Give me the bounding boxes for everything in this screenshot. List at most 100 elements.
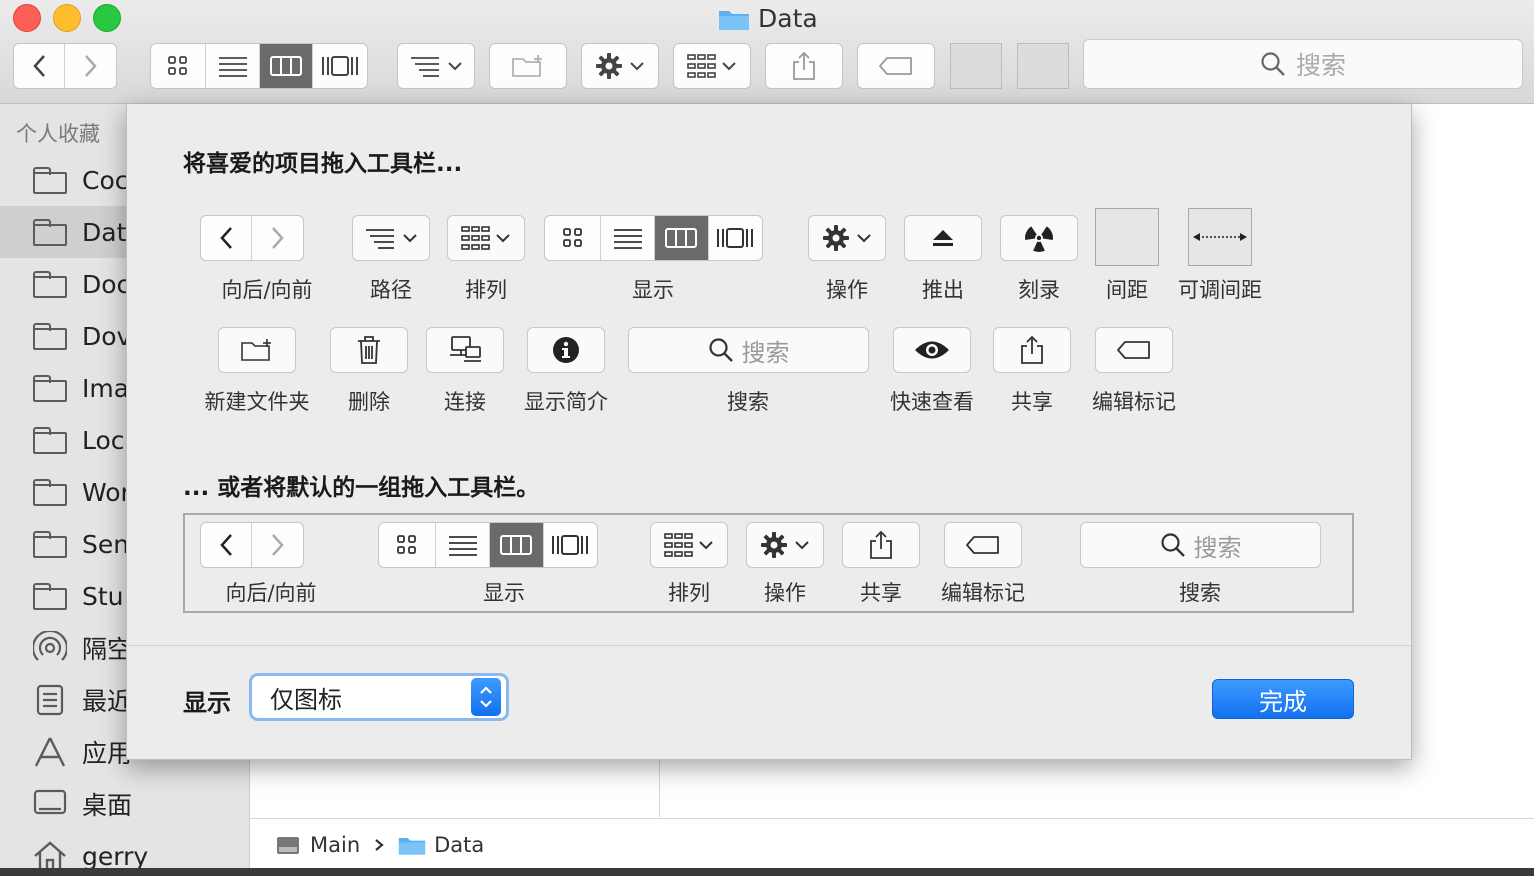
chevron-left-icon bbox=[220, 227, 232, 249]
default-set-heading: ... 或者将默认的一组拖入工具栏。 bbox=[183, 475, 540, 501]
palette-burn[interactable] bbox=[1000, 215, 1078, 261]
gear-icon bbox=[596, 53, 622, 79]
default-search: 搜索 bbox=[1080, 522, 1321, 568]
folder-icon bbox=[399, 838, 426, 855]
sidebar-item-label: Sen bbox=[82, 529, 130, 559]
drag-favorites-heading: 将喜爱的项目拖入工具栏... bbox=[183, 151, 463, 177]
columns-icon bbox=[500, 535, 533, 555]
recents-icon bbox=[36, 684, 64, 716]
arrange-grid-icon bbox=[461, 226, 490, 250]
sidebar-item-label: 最近 bbox=[82, 687, 133, 716]
default-back-forward bbox=[200, 522, 304, 568]
sidebar-item-label: Stu bbox=[82, 581, 124, 611]
sidebar-item-label: Dat bbox=[82, 217, 127, 247]
tag-icon bbox=[879, 57, 912, 75]
chevron-left-icon bbox=[33, 55, 45, 77]
forward-button[interactable] bbox=[65, 44, 116, 88]
palette-action[interactable] bbox=[808, 215, 886, 261]
share-button[interactable] bbox=[765, 43, 843, 89]
column-divider[interactable] bbox=[659, 759, 660, 817]
palette-label-eject: 推出 bbox=[922, 278, 964, 302]
done-button[interactable]: 完成 bbox=[1212, 679, 1354, 719]
default-search-placeholder: 搜索 bbox=[1193, 533, 1242, 562]
chevron-down-icon bbox=[448, 62, 462, 71]
desktop-icon bbox=[33, 789, 67, 815]
sidebar-section-title: 个人收藏 bbox=[16, 122, 100, 146]
palette-back-forward[interactable] bbox=[200, 215, 304, 261]
burn-icon bbox=[1025, 223, 1053, 252]
palette-view-list-part bbox=[601, 216, 655, 260]
search-placeholder: 搜索 bbox=[1295, 51, 1346, 80]
gallery-icon bbox=[717, 228, 754, 248]
palette-label-burn: 刻录 bbox=[1018, 278, 1060, 302]
column-view-button[interactable] bbox=[259, 44, 314, 88]
default-view-list-part bbox=[436, 523, 490, 567]
select-stepper-button[interactable] bbox=[471, 678, 501, 716]
minimize-window-button[interactable] bbox=[53, 4, 81, 32]
default-label-action: 操作 bbox=[764, 581, 806, 605]
chevron-down-icon bbox=[722, 62, 736, 71]
applications-icon bbox=[34, 737, 66, 767]
group-dropdown-button[interactable] bbox=[397, 43, 475, 89]
default-back-part bbox=[201, 523, 253, 567]
chevron-down-icon bbox=[403, 234, 417, 243]
palette-search[interactable]: 搜索 bbox=[628, 327, 869, 373]
list-icon bbox=[448, 536, 477, 556]
tag-icon bbox=[1117, 341, 1150, 359]
default-arrange bbox=[650, 522, 728, 568]
sidebar-item-label: Coc bbox=[82, 165, 129, 195]
palette-connect[interactable] bbox=[426, 327, 504, 373]
icon-view-button[interactable] bbox=[151, 44, 207, 88]
path-item-main[interactable]: Main bbox=[310, 833, 360, 857]
back-forward-control bbox=[13, 43, 117, 89]
show-label: 显示 bbox=[183, 689, 231, 717]
sidebar-item-desktop[interactable]: 桌面 bbox=[0, 778, 249, 830]
sidebar-item-label: Dov bbox=[82, 321, 132, 351]
palette-label-connect: 连接 bbox=[444, 390, 486, 414]
palette-arrange[interactable] bbox=[447, 215, 525, 261]
back-button[interactable] bbox=[14, 44, 66, 88]
palette-new-folder[interactable] bbox=[218, 327, 296, 373]
close-window-button[interactable] bbox=[13, 4, 41, 32]
palette-eject[interactable] bbox=[904, 215, 982, 261]
folder-icon bbox=[33, 375, 67, 402]
palette-edit-tags[interactable] bbox=[1095, 327, 1173, 373]
palette-quick-look[interactable] bbox=[893, 327, 971, 373]
edit-tags-button[interactable] bbox=[857, 43, 935, 89]
eject-icon bbox=[933, 230, 953, 246]
zoom-window-button[interactable] bbox=[93, 4, 121, 32]
gear-icon bbox=[823, 225, 849, 251]
sidebar-item-label: 应用 bbox=[82, 739, 133, 768]
list-view-button[interactable] bbox=[206, 44, 260, 88]
palette-get-info[interactable] bbox=[527, 327, 605, 373]
arrange-menu-button[interactable] bbox=[673, 43, 751, 89]
default-label-view: 显示 bbox=[483, 581, 525, 605]
chevron-down-icon bbox=[857, 234, 871, 243]
palette-label-back-forward: 向后/向前 bbox=[221, 278, 313, 302]
path-item-data[interactable]: Data bbox=[434, 833, 484, 857]
window-bottom-edge bbox=[0, 868, 1534, 876]
default-view-column-part bbox=[489, 523, 544, 567]
chevron-right-icon bbox=[271, 227, 284, 249]
grid-icon bbox=[562, 228, 582, 247]
palette-path[interactable] bbox=[352, 215, 430, 261]
search-input[interactable]: 搜索 bbox=[1083, 39, 1523, 89]
default-toolbar-set[interactable]: 向后/向前 显示 排列 操作 共享 编辑标记 搜索 搜索 bbox=[183, 513, 1354, 613]
chevron-down-icon bbox=[630, 62, 644, 71]
hard-drive-icon bbox=[277, 837, 299, 854]
new-folder-button[interactable] bbox=[489, 43, 567, 89]
default-label-back-forward: 向后/向前 bbox=[225, 581, 317, 605]
palette-flexible-space[interactable] bbox=[1188, 208, 1252, 266]
gallery-view-button[interactable] bbox=[313, 44, 367, 88]
palette-space[interactable] bbox=[1095, 208, 1159, 266]
chevron-down-icon bbox=[699, 541, 713, 550]
palette-view[interactable] bbox=[544, 215, 763, 261]
palette-label-flexible-space: 可调间距 bbox=[1178, 278, 1262, 302]
palette-delete[interactable] bbox=[330, 327, 408, 373]
new-folder-icon bbox=[512, 55, 542, 77]
sidebar-item-label: 隔空 bbox=[82, 635, 133, 664]
action-menu-button[interactable] bbox=[581, 43, 659, 89]
palette-share[interactable] bbox=[993, 327, 1071, 373]
show-mode-select[interactable]: 仅图标 bbox=[249, 673, 509, 721]
share-icon bbox=[1021, 335, 1043, 364]
